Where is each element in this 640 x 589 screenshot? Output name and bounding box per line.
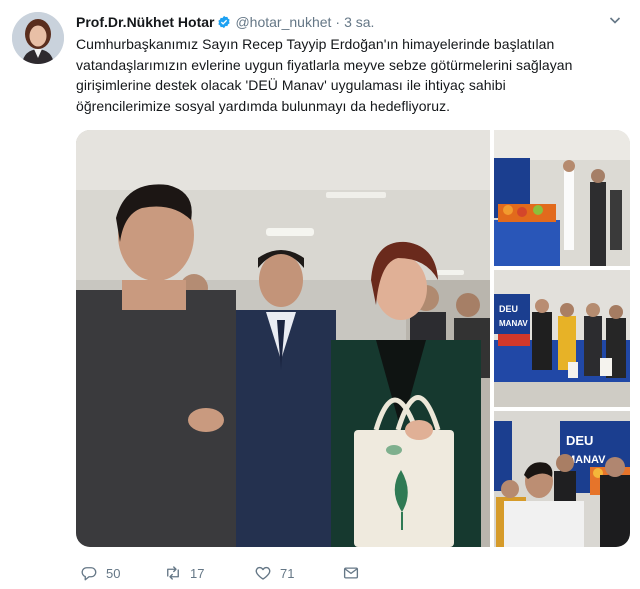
direct-message-button[interactable] (342, 562, 368, 584)
sign-text: DEU (566, 433, 593, 448)
like-button[interactable]: 71 (254, 562, 294, 584)
media-grid: DEU MANAV DEU MANAV (76, 130, 630, 547)
tweet-text: Cumhurbaşkanımız Sayın Recep Tayyip Erdo… (76, 34, 621, 116)
reply-button[interactable]: 50 (80, 562, 120, 584)
tweet-text-line: Cumhurbaşkanımız Sayın Recep Tayyip Erdo… (76, 36, 555, 52)
reply-icon (81, 567, 97, 581)
separator-dot: · (335, 14, 341, 30)
sign-text: DEU (499, 304, 518, 314)
envelope-icon (343, 567, 359, 579)
reply-count: 50 (106, 565, 121, 581)
retweet-icon (167, 566, 179, 580)
author-name[interactable]: Prof.Dr.Nükhet Hotar (76, 14, 214, 30)
tweet-text-line: girişimlerine destek olacak 'DEÜ Manav' … (76, 77, 506, 93)
photo-thumbnail[interactable] (494, 130, 630, 266)
tweet-actions: 50 17 71 (76, 562, 476, 584)
tweet-timestamp[interactable]: 3 sa. (344, 14, 374, 30)
tweet-header: Prof.Dr.Nükhet Hotar @hotar_nukhet · 3 sa. (76, 13, 374, 31)
photo-thumbnail[interactable]: DEU MANAV (494, 411, 630, 547)
verified-badge-icon (218, 15, 231, 29)
tweet-text-line: öğrencilerimize sosyal yardımda bulunmay… (76, 97, 451, 114)
sign-text: MANAV (499, 319, 528, 328)
like-count: 71 (280, 565, 295, 581)
chevron-down-icon[interactable] (607, 12, 623, 28)
tweet-text-line: vatandaşlarımızın evlerine uygun fiyatla… (76, 56, 573, 73)
retweet-count: 17 (190, 565, 205, 581)
photo-thumbnail[interactable]: DEU MANAV (494, 270, 630, 407)
heart-icon (255, 566, 271, 580)
author-avatar[interactable] (12, 12, 64, 64)
photo-main[interactable] (76, 130, 490, 547)
retweet-button[interactable]: 17 (164, 562, 204, 584)
author-handle[interactable]: @hotar_nukhet (235, 14, 331, 30)
